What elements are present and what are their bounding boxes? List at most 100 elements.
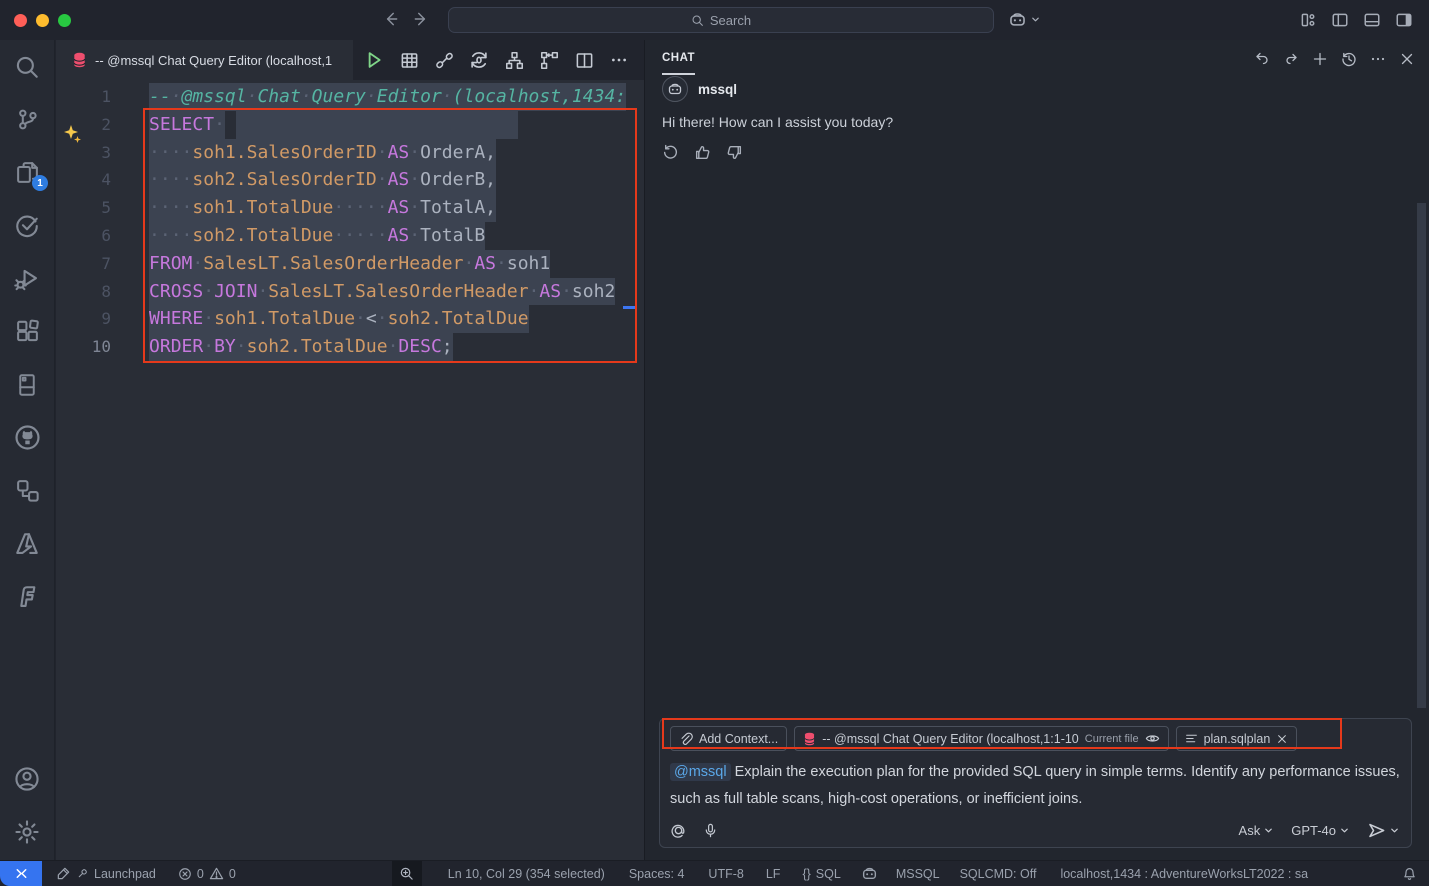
results-grid-icon[interactable] <box>396 47 422 73</box>
model-selector[interactable]: GPT-4o <box>1291 823 1349 838</box>
close-icon[interactable] <box>1399 51 1415 67</box>
launchpad-label: Launchpad <box>94 867 156 881</box>
code-line[interactable]: 9WHERE·soh1.TotalDue·<·soh2.TotalDue <box>56 305 644 333</box>
history-icon[interactable] <box>1341 51 1357 67</box>
toggle-panel-icon[interactable] <box>1363 11 1381 29</box>
code-line[interactable]: 7FROM·SalesLT.SalesOrderHeader·AS·soh1 <box>56 250 644 278</box>
minimize-window-button[interactable] <box>36 14 49 27</box>
sqlplan-label: plan.sqlplan <box>1204 732 1271 746</box>
code-line[interactable]: 6····soh2.TotalDue·····AS·TotalB <box>56 222 644 250</box>
refresh-connection-icon[interactable] <box>466 47 492 73</box>
customize-layout-icon[interactable] <box>1299 11 1317 29</box>
cursor-position[interactable]: Ln 10, Col 29 (354 selected) <box>448 867 605 881</box>
sidebar-item-search[interactable] <box>0 40 54 93</box>
indentation[interactable]: Spaces: 4 <box>629 867 685 881</box>
code-line[interactable]: 1--·@mssql·Chat·Query·Editor·(localhost,… <box>56 83 644 111</box>
sidebar-item-accounts[interactable] <box>0 752 54 805</box>
sqlcmd-toggle[interactable]: SQLCMD: Off <box>960 867 1037 881</box>
eye-icon[interactable] <box>1145 731 1160 746</box>
activity-bar: 1 <box>0 40 55 860</box>
tab-chat[interactable]: CHAT <box>662 52 695 66</box>
chat-scrollbar[interactable] <box>1417 203 1426 708</box>
testing-icon <box>14 213 40 239</box>
schema-visualizer-icon[interactable] <box>501 47 527 73</box>
mode-selector[interactable]: Ask <box>1239 823 1274 838</box>
code-editor[interactable]: 1--·@mssql·Chat·Query·Editor·(localhost,… <box>56 80 644 361</box>
close-icon[interactable] <box>1276 733 1288 745</box>
code-line[interactable]: 4····soh2.SalesOrderID·AS·OrderB, <box>56 166 644 194</box>
sidebar-item-azure[interactable] <box>0 517 54 570</box>
editor-group: -- @mssql Chat Query Editor (localhost,1… <box>56 40 644 860</box>
redo-icon[interactable] <box>1283 51 1299 67</box>
database-projects-icon <box>15 373 39 397</box>
sidebar-item-run-and-debug[interactable] <box>0 252 54 305</box>
code-line[interactable]: 10ORDER·BY·soh2.TotalDue·DESC; <box>56 333 644 361</box>
sidebar-item-extensions[interactable] <box>0 305 54 358</box>
plug-icon <box>76 867 89 880</box>
chevron-down-icon <box>1390 826 1399 835</box>
zoom-widget[interactable] <box>392 861 422 886</box>
sidebar-item-source-control[interactable] <box>0 93 54 146</box>
mssql-status[interactable]: MSSQL <box>896 867 940 881</box>
mssql-mention[interactable]: @mssql <box>670 763 731 781</box>
toggle-secondary-sidebar-icon[interactable] <box>1395 11 1413 29</box>
eol-selector[interactable]: LF <box>766 867 781 881</box>
encoding[interactable]: UTF-8 <box>708 867 743 881</box>
launchpad-button[interactable]: Launchpad <box>56 866 156 881</box>
remote-indicator[interactable] <box>0 861 42 886</box>
connect-icon[interactable] <box>431 47 457 73</box>
add-context-button[interactable]: Add Context... <box>670 726 787 751</box>
connection-status[interactable]: localhost,1434 : AdventureWorksLT2022 : … <box>1060 867 1308 881</box>
code-line[interactable]: 5····soh1.TotalDue·····AS·TotalA, <box>56 194 644 222</box>
sidebar-item-explorer[interactable]: 1 <box>0 146 54 199</box>
vscode-window: Search 1 <box>0 0 1429 886</box>
bell-icon <box>1402 866 1417 881</box>
sidebar-item-connections[interactable] <box>0 464 54 517</box>
problems-button[interactable]: 0 0 <box>178 866 236 881</box>
run-query-icon[interactable] <box>361 47 387 73</box>
search-label: Search <box>710 13 751 28</box>
more-actions-icon[interactable] <box>1370 51 1386 67</box>
code-line[interactable]: 8CROSS·JOIN·SalesLT.SalesOrderHeader·AS·… <box>56 278 644 306</box>
editor-tab[interactable]: -- @mssql Chat Query Editor (localhost,1 <box>56 40 353 80</box>
code-line[interactable]: 2SELECT· <box>56 111 644 139</box>
new-chat-icon[interactable] <box>1312 51 1328 67</box>
regenerate-icon[interactable] <box>662 144 679 161</box>
chat-prompt-text[interactable]: @mssql Explain the execution plan for th… <box>670 759 1405 813</box>
thumbs-down-icon[interactable] <box>726 144 743 161</box>
chevron-down-icon <box>1031 15 1040 24</box>
microphone-icon[interactable] <box>703 822 718 839</box>
context-chips: Add Context... -- @mssql Chat Query Edit… <box>670 726 1401 751</box>
copilot-menu[interactable] <box>1008 10 1040 29</box>
sidebar-item-github[interactable] <box>0 411 54 464</box>
more-actions-icon[interactable] <box>606 47 632 73</box>
send-button[interactable] <box>1367 821 1399 840</box>
command-center-search[interactable]: Search <box>448 7 994 33</box>
copilot-status[interactable] <box>861 865 878 882</box>
thumbs-up-icon[interactable] <box>694 144 711 161</box>
zoom-window-button[interactable] <box>58 14 71 27</box>
copilot-sparkle-icon[interactable] <box>62 124 84 146</box>
close-window-button[interactable] <box>14 14 27 27</box>
split-editor-icon[interactable] <box>571 47 597 73</box>
add-context-label: Add Context... <box>699 732 778 746</box>
model-label: GPT-4o <box>1291 823 1336 838</box>
forward-icon[interactable] <box>412 10 430 28</box>
back-icon[interactable] <box>382 10 400 28</box>
chat-input-container[interactable]: Add Context... -- @mssql Chat Query Edit… <box>659 718 1412 848</box>
sidebar-item-testing[interactable] <box>0 199 54 252</box>
mention-icon[interactable] <box>670 822 687 839</box>
context-chip-sqlplan[interactable]: plan.sqlplan <box>1176 726 1298 751</box>
context-file-label: -- @mssql Chat Query Editor (localhost,1… <box>822 732 1079 746</box>
code-line[interactable]: 3····soh1.SalesOrderID·AS·OrderA, <box>56 139 644 167</box>
estimated-plan-icon[interactable] <box>536 47 562 73</box>
notifications-bell[interactable] <box>1402 866 1417 881</box>
explorer-badge: 1 <box>32 175 48 191</box>
toggle-primary-sidebar-icon[interactable] <box>1331 11 1349 29</box>
sidebar-item-database-projects[interactable] <box>0 358 54 411</box>
sidebar-item-settings[interactable] <box>0 805 54 858</box>
sidebar-item-fabric[interactable] <box>0 570 54 623</box>
language-mode[interactable]: {} SQL <box>802 867 840 881</box>
undo-icon[interactable] <box>1254 51 1270 67</box>
context-chip-current-file[interactable]: -- @mssql Chat Query Editor (localhost,1… <box>794 726 1168 751</box>
